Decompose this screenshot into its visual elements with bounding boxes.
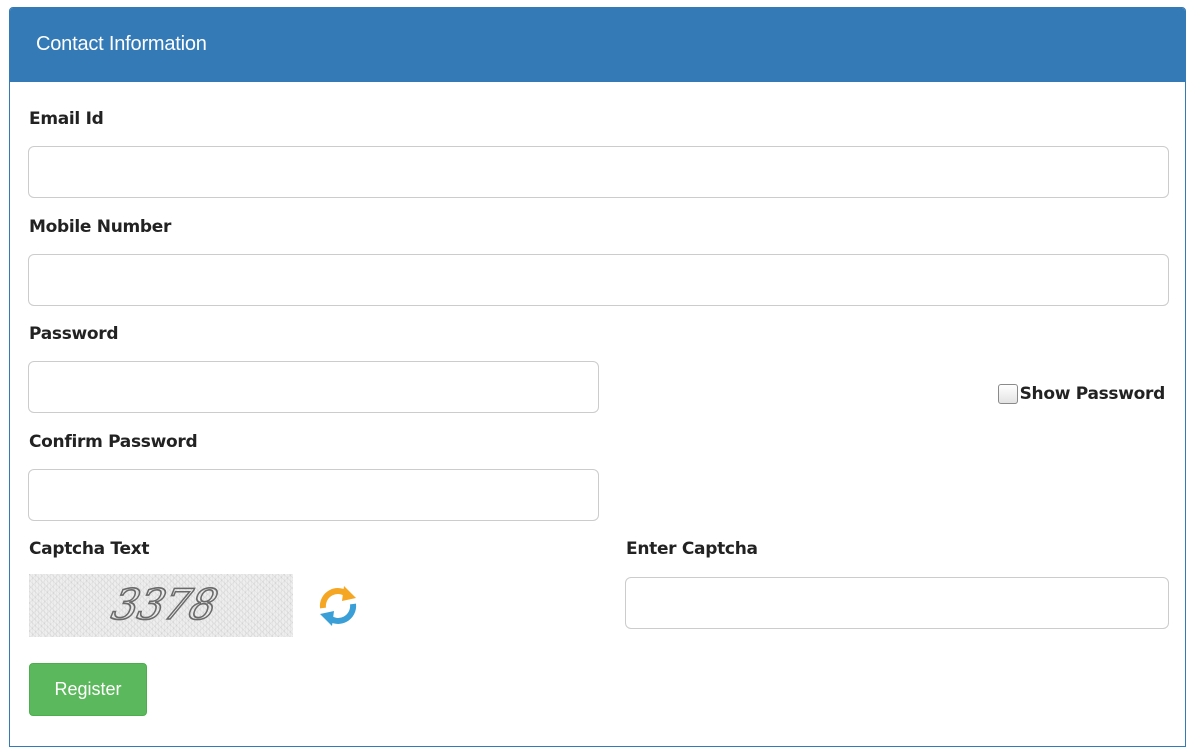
captcha-text-label: Captcha Text [29,539,150,559]
register-button[interactable]: Register [29,663,147,716]
confirm-password-field[interactable] [28,469,599,521]
enter-captcha-field[interactable] [625,577,1169,629]
confirm-password-label: Confirm Password [29,432,198,452]
show-password-label: Show Password [1019,384,1166,404]
panel-title: Contact Information [36,33,207,55]
captcha-image: 3378 [29,574,293,637]
mobile-label: Mobile Number [29,217,172,237]
email-label: Email Id [29,109,104,129]
password-label: Password [29,324,119,344]
mobile-number-field[interactable] [28,254,1169,306]
contact-information-panel: Contact Information Email Id Mobile Numb… [9,7,1186,747]
enter-captcha-label: Enter Captcha [626,539,758,559]
show-password-checkbox[interactable] [997,384,1018,404]
email-field[interactable] [28,146,1169,198]
show-password-toggle[interactable]: Show Password [997,384,1166,404]
password-field[interactable] [28,361,599,413]
refresh-icon[interactable] [315,583,361,629]
panel-heading: Contact Information [10,8,1185,82]
captcha-code: 3378 [107,579,222,630]
